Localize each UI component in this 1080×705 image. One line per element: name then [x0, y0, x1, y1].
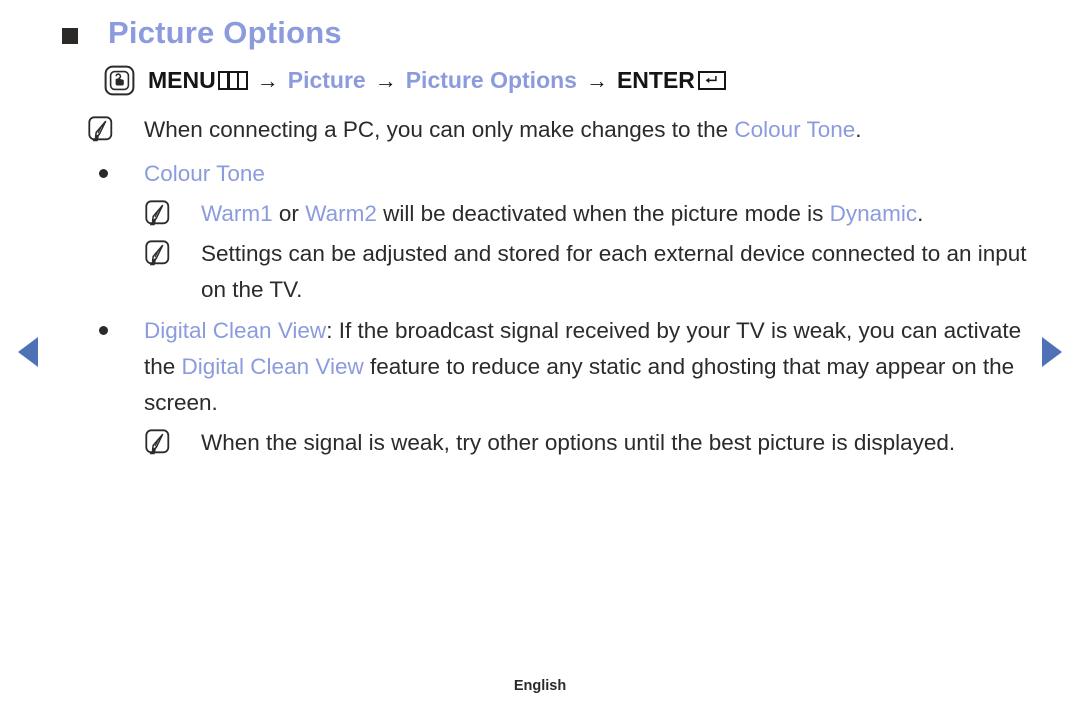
path-arrow-3: →: [585, 67, 608, 93]
menu-box-icon: [217, 71, 248, 90]
content-body: When connecting a PC, you can only make …: [88, 112, 1038, 461]
note-pc-after: .: [855, 117, 862, 142]
dcv-accent-2: Digital Clean View: [181, 354, 364, 379]
note-pencil-icon: [145, 240, 172, 267]
enter-label: ENTER: [616, 67, 695, 93]
note-pencil-icon: [88, 116, 115, 143]
bullet-digital-clean-view-text: Digital Clean View: If the broadcast sig…: [144, 313, 1029, 421]
note-pc-before: When connecting a PC, you can only make …: [144, 117, 735, 142]
menu-navigation-path: MENU → Picture → Picture Options → ENTER: [104, 65, 726, 96]
page-heading: Picture Options: [62, 15, 342, 50]
triangle-right-icon[interactable]: [1042, 337, 1062, 367]
warm-mid-2: will be deactivated when the picture mod…: [376, 201, 830, 226]
note-warm-modes-text: Warm1 or Warm2 will be deactivated when …: [201, 196, 923, 232]
menu-key-icon: [104, 65, 135, 96]
footer-language: English: [513, 678, 567, 694]
path-arrow-1: →: [256, 67, 279, 93]
bullet-colour-tone-label: Colour Tone: [144, 161, 265, 186]
manual-page: Picture Options MENU → Picture → Picture…: [0, 0, 1080, 705]
warm-tail: .: [917, 201, 924, 226]
menu-label: MENU: [148, 67, 216, 93]
note-pencil-icon: [145, 200, 172, 227]
bullet-digital-clean-view: Digital Clean View: If the broadcast sig…: [99, 313, 1038, 421]
bullet-dot-icon: [99, 326, 108, 335]
note-weak-signal-text: When the signal is weak, try other optio…: [201, 430, 956, 455]
page-title: Picture Options: [108, 15, 342, 50]
warm2-accent: Warm2: [305, 201, 377, 226]
dynamic-accent: Dynamic: [829, 201, 918, 226]
dcv-accent-1: Digital Clean View: [144, 318, 327, 343]
enter-return-icon: [697, 71, 726, 90]
bullet-colour-tone: Colour Tone: [99, 156, 1038, 192]
note-pencil-icon: [145, 429, 172, 456]
path-arrow-2: →: [374, 67, 397, 93]
bullet-dot-icon: [99, 169, 108, 178]
triangle-left-icon[interactable]: [18, 337, 38, 367]
note-pc-accent: Colour Tone: [734, 117, 856, 142]
note-weak-signal: When the signal is weak, try other optio…: [145, 425, 1038, 461]
note-settings-stored: Settings can be adjusted and stored for …: [145, 236, 1038, 308]
note-connecting-pc: When connecting a PC, you can only make …: [88, 112, 1038, 148]
path-item-picture-options: Picture Options: [405, 67, 577, 93]
note-connecting-pc-text: When connecting a PC, you can only make …: [144, 112, 862, 148]
path-item-picture: Picture: [287, 67, 366, 93]
warm-mid-1: or: [272, 201, 306, 226]
note-warm-modes: Warm1 or Warm2 will be deactivated when …: [145, 196, 1038, 232]
square-marker-icon: [62, 28, 78, 44]
warm1-accent: Warm1: [201, 201, 273, 226]
note-settings-stored-text: Settings can be adjusted and stored for …: [201, 241, 1027, 302]
